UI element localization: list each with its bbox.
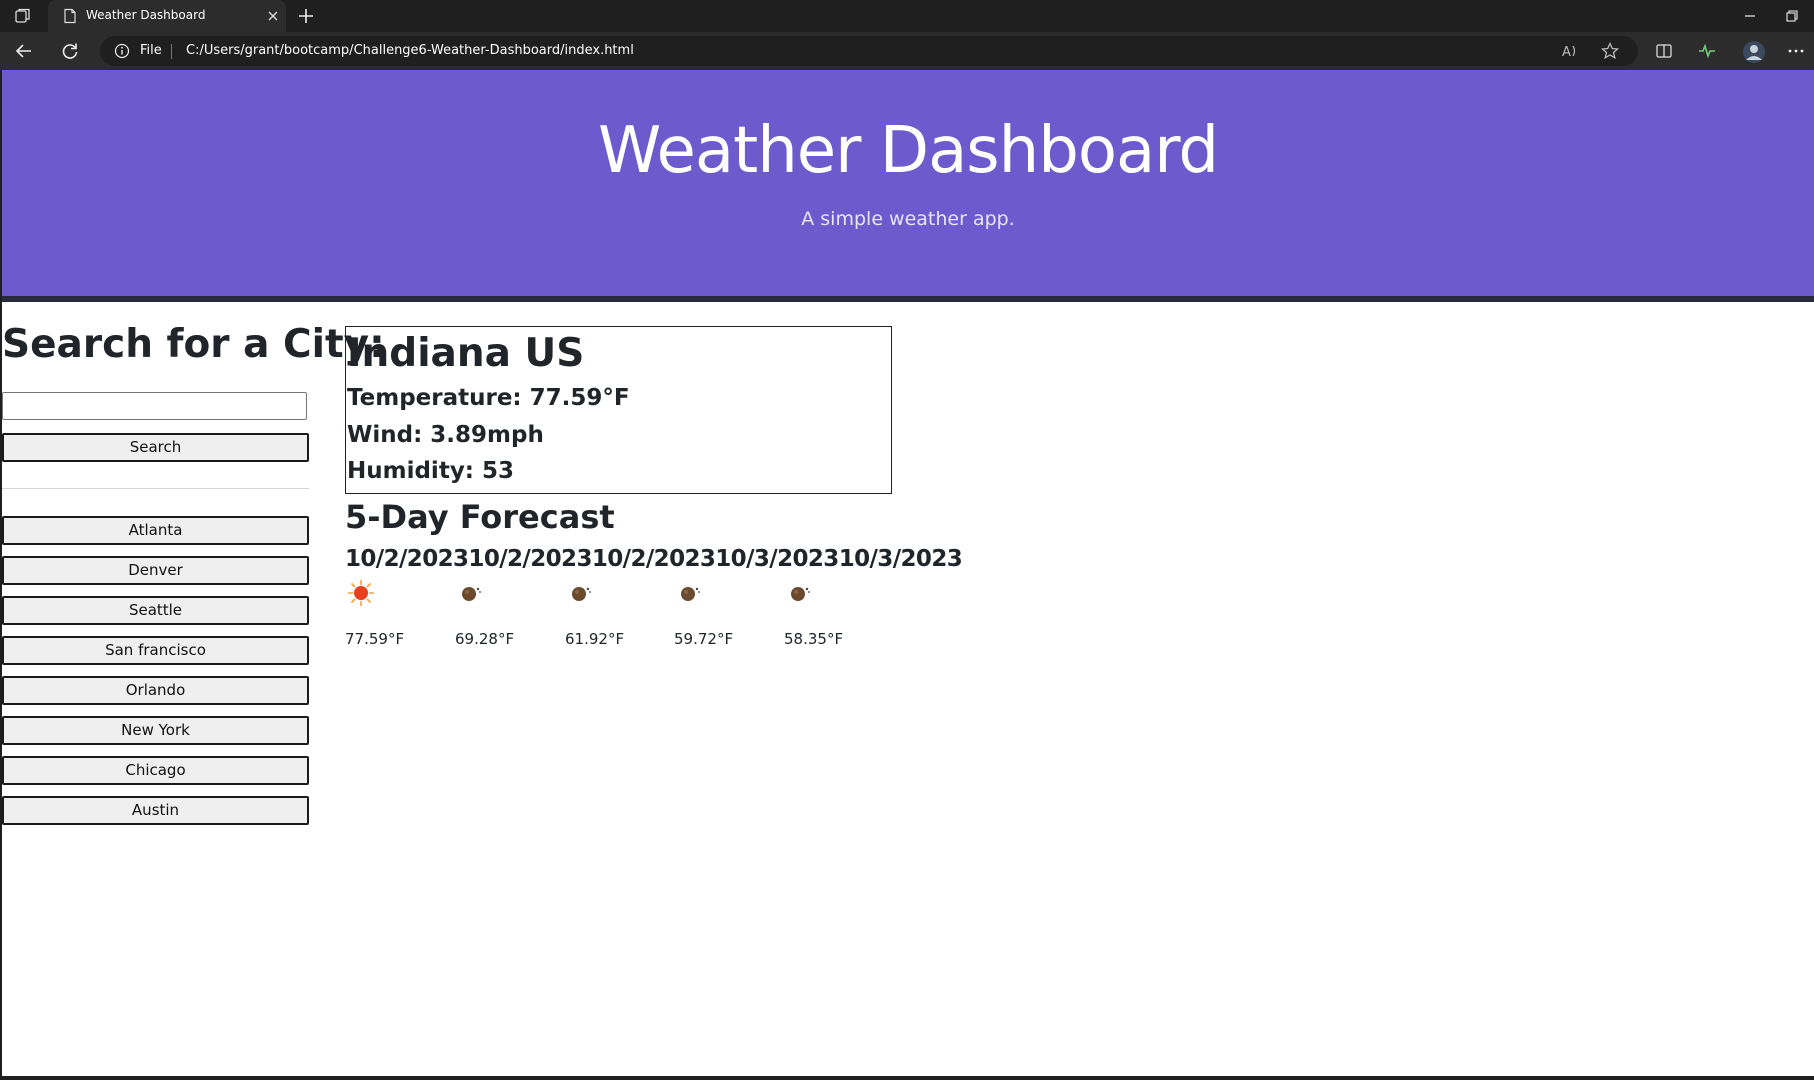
history-button-denver[interactable]: Denver (2, 556, 309, 585)
current-wind: Wind: 3.89mph (347, 422, 544, 448)
svg-text:A: A (1562, 45, 1571, 60)
current-city-name: Indiana US (347, 331, 585, 376)
refresh-icon[interactable] (60, 41, 80, 61)
history-button-atlanta[interactable]: Atlanta (2, 516, 309, 545)
tab-actions-icon[interactable] (14, 7, 32, 25)
forecast-dates: 10/2/202310/2/202310/2/202310/3/202310/3… (345, 546, 963, 572)
browser-tab[interactable]: Weather Dashboard (48, 0, 286, 32)
forecast-day-1-temp: 77.59°F (345, 630, 405, 648)
info-icon[interactable] (114, 43, 130, 59)
city-search-input[interactable] (2, 392, 307, 420)
history-button-new-york[interactable]: New York (2, 716, 309, 745)
close-icon[interactable] (266, 9, 280, 23)
address-bar[interactable]: File C:/Users/grant/bootcamp/Challenge6-… (100, 36, 1638, 66)
restore-icon[interactable] (1784, 8, 1800, 24)
url-text[interactable]: C:/Users/grant/bootcamp/Challenge6-Weath… (186, 43, 634, 58)
history-button-san-francisco[interactable]: San francisco (2, 636, 309, 665)
page-header: Weather Dashboard A simple weather app. (2, 70, 1814, 302)
moon-icon (791, 587, 810, 601)
forecast-heading: 5-Day Forecast (345, 498, 615, 536)
current-humidity: Humidity: 53 (347, 458, 515, 484)
moon-icon (681, 587, 700, 601)
sun-icon (348, 580, 374, 606)
minimize-icon[interactable] (1742, 8, 1758, 24)
history-button-austin[interactable]: Austin (2, 796, 309, 825)
history-button-orlando[interactable]: Orlando (2, 676, 309, 705)
favorite-star-icon[interactable] (1600, 41, 1620, 61)
heartbeat-extension-icon[interactable] (1697, 41, 1717, 61)
scheme-label: File (140, 43, 162, 58)
app-subtitle: A simple weather app. (801, 208, 1015, 230)
forecast-day-2-temp: 69.28°F (455, 630, 515, 648)
browser-tab-bar: Weather Dashboard (0, 0, 1814, 32)
new-tab-icon[interactable] (296, 6, 316, 26)
read-aloud-icon[interactable]: A (1560, 41, 1580, 61)
more-options-icon[interactable] (1786, 41, 1806, 61)
search-button[interactable]: Search (2, 433, 309, 462)
history-button-chicago[interactable]: Chicago (2, 756, 309, 785)
search-heading: Search for a City: (2, 322, 385, 367)
moon-icon (462, 587, 481, 601)
history-button-seattle[interactable]: Seattle (2, 596, 309, 625)
moon-icon (572, 587, 591, 601)
page-viewport: Weather Dashboard A simple weather app. … (2, 70, 1814, 1076)
app-title: Weather Dashboard (597, 114, 1219, 188)
current-temperature: Temperature: 77.59°F (347, 385, 630, 411)
divider (2, 488, 309, 489)
forecast-day-5-temp: 58.35°F (784, 630, 844, 648)
current-weather-card: Indiana US Temperature: 77.59°F Wind: 3.… (345, 326, 892, 494)
url-divider (171, 44, 172, 59)
window-bottom-border (0, 1076, 1814, 1080)
address-toolbar: File C:/Users/grant/bootcamp/Challenge6-… (0, 32, 1814, 70)
split-screen-icon[interactable] (1654, 41, 1674, 61)
forecast-day-4-temp: 59.72°F (674, 630, 734, 648)
back-arrow-icon[interactable] (14, 41, 34, 61)
tab-title: Weather Dashboard (86, 8, 206, 22)
page-icon (64, 8, 76, 24)
forecast-day-3-temp: 61.92°F (565, 630, 625, 648)
profile-avatar-icon[interactable] (1742, 40, 1766, 64)
